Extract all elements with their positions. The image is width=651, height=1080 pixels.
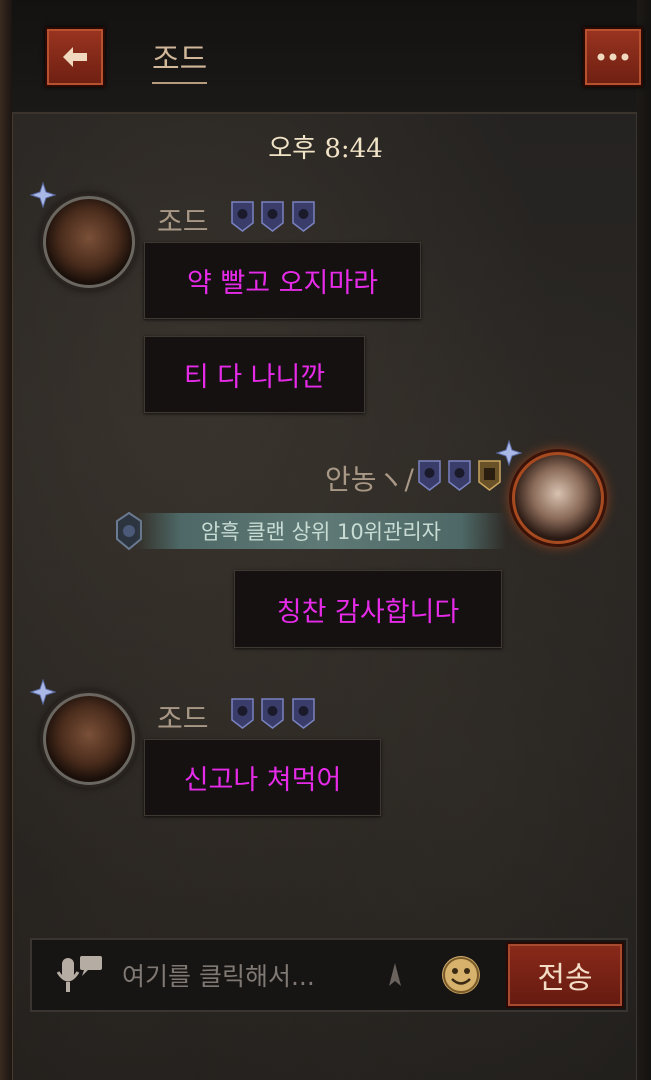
more-options-button[interactable]: [583, 27, 643, 87]
microphone-icon[interactable]: [54, 952, 104, 996]
smiley-icon[interactable]: [442, 956, 480, 994]
rank-star-icon: [30, 679, 56, 705]
arrow-left-icon: [63, 47, 87, 67]
avatar-zod[interactable]: [43, 693, 135, 785]
send-button[interactable]: 전송: [506, 942, 624, 1008]
hood-badge-icon: [261, 698, 284, 729]
gold-helm-badge-icon: [478, 460, 501, 491]
hood-badge-icon: [231, 698, 254, 729]
message-bubble[interactable]: 신고나 쳐먹어: [144, 739, 381, 816]
hood-badge-icon: [418, 460, 441, 491]
more-dots-icon: [597, 53, 629, 61]
avatar-annong[interactable]: [512, 452, 604, 544]
header-bar: 조드: [12, 0, 643, 114]
hood-badge-icon: [231, 201, 254, 232]
hood-badge-icon: [261, 201, 284, 232]
message-timestamp: 오후 8:44: [268, 134, 383, 164]
message-input[interactable]: [120, 940, 424, 1012]
rank-star-icon: [30, 182, 56, 208]
sender-name: 조드: [157, 702, 209, 735]
sender-name: 조드: [157, 205, 209, 238]
hood-badge-icon: [448, 460, 471, 491]
sender-name: 안농ヽ/: [325, 463, 414, 496]
message-input-bar: 전송: [30, 938, 628, 1012]
clan-title-banner: 암흑 클랜 상위 10위관리자: [136, 513, 506, 549]
avatar-zod[interactable]: [43, 196, 135, 288]
chat-title: 조드: [152, 34, 208, 84]
hood-badge-icon: [292, 698, 315, 729]
message-bubble[interactable]: 약 빨고 오지마라: [144, 242, 421, 319]
caret-up-icon: [389, 963, 401, 986]
message-bubble[interactable]: 칭찬 감사합니다: [234, 570, 502, 648]
hood-badge-icon: [292, 201, 315, 232]
message-bubble[interactable]: 티 다 나니깐: [144, 336, 365, 413]
back-button[interactable]: [45, 27, 105, 87]
